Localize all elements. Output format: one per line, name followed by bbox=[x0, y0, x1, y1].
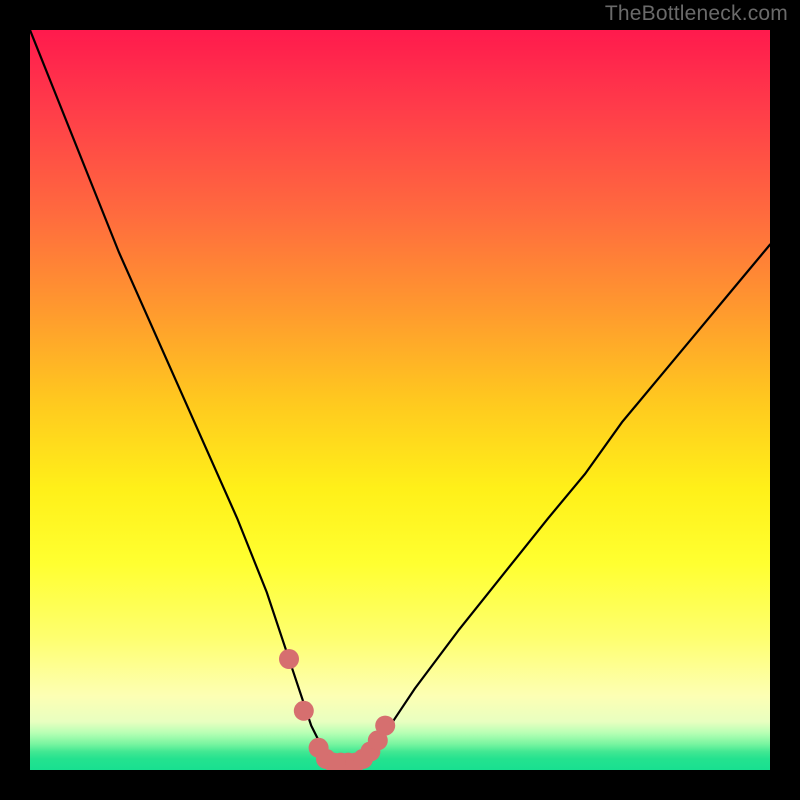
bottleneck-curve bbox=[30, 30, 770, 766]
curve-layer bbox=[30, 30, 770, 770]
curve-marker bbox=[294, 701, 314, 721]
chart-frame: TheBottleneck.com bbox=[0, 0, 800, 800]
curve-marker bbox=[375, 716, 395, 736]
marker-group bbox=[279, 649, 395, 770]
curve-marker bbox=[279, 649, 299, 669]
plot-area bbox=[30, 30, 770, 770]
watermark-text: TheBottleneck.com bbox=[605, 2, 788, 26]
